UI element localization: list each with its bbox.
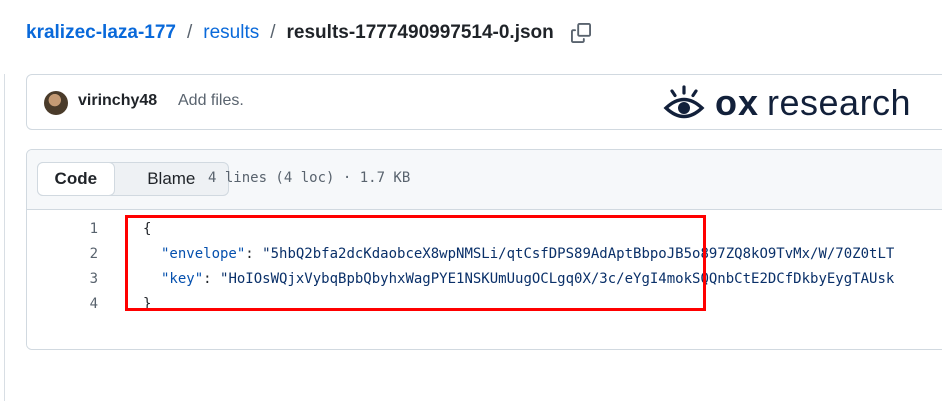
latest-commit-box: virinchy48 Add files. ox research: [26, 74, 942, 130]
commit-author-link[interactable]: virinchy48: [78, 92, 157, 110]
json-separator: :: [245, 245, 263, 262]
code-line: 2 "envelope": "5hbQ2bfa2dcKdaobceX8wpNMS…: [27, 241, 942, 266]
eye-icon: [663, 85, 705, 119]
copy-path-button[interactable]: [567, 20, 595, 46]
json-string-value: "5hbQ2bfa2dcKdaobceX8wpNMSLi/qtCsfDPS89A…: [262, 245, 895, 262]
line-text: {: [143, 220, 152, 237]
json-separator: :: [203, 270, 221, 287]
line-text: }: [143, 295, 152, 312]
line-number[interactable]: 1: [27, 221, 98, 237]
ox-research-logo: ox research: [663, 82, 912, 123]
line-number[interactable]: 4: [27, 296, 98, 312]
breadcrumb-separator: /: [270, 22, 276, 43]
tab-code[interactable]: Code: [37, 162, 115, 196]
file-viewer-header: Code Blame 4 lines (4 loc) · 1.7 KB: [27, 150, 942, 210]
page-left-rule: [4, 74, 5, 401]
json-key: "envelope": [161, 245, 246, 262]
code-view: 1 { 2 "envelope": "5hbQ2bfa2dcKdaobceX8w…: [27, 210, 942, 349]
file-info: 4 lines (4 loc) · 1.7 KB: [208, 170, 411, 186]
code-line: 1 {: [27, 216, 942, 241]
line-number[interactable]: 2: [27, 246, 98, 262]
breadcrumb-repo-link[interactable]: kralizec-laza-177: [26, 22, 176, 44]
json-string-value: "HoIOsWQjxVybqBpbQbyhxWagPYE1NSKUmUugOCL…: [220, 270, 895, 287]
code-line: 4 }: [27, 291, 942, 316]
breadcrumb-separator: /: [187, 22, 193, 43]
json-key: "key": [161, 270, 204, 287]
breadcrumb: kralizec-laza-177 / results / results-17…: [26, 20, 595, 46]
logo-product-text: research: [767, 82, 912, 123]
file-viewer: Code Blame 4 lines (4 loc) · 1.7 KB 1 { …: [26, 149, 942, 350]
line-number[interactable]: 3: [27, 271, 98, 287]
logo-brand-text: ox: [715, 82, 760, 123]
code-blame-toggle: Code Blame: [37, 162, 229, 196]
copy-icon: [570, 23, 591, 43]
code-line: 3 "key": "HoIOsWQjxVybqBpbQbyhxWagPYE1NS…: [27, 266, 942, 291]
breadcrumb-folder-link[interactable]: results: [203, 22, 259, 44]
breadcrumb-file-name: results-1777490997514-0.json: [286, 22, 554, 43]
commit-message-link[interactable]: Add files.: [178, 92, 244, 110]
avatar[interactable]: [44, 91, 68, 115]
